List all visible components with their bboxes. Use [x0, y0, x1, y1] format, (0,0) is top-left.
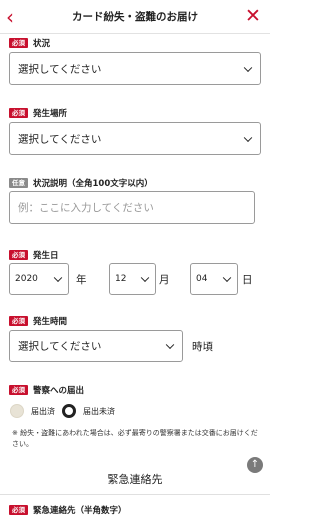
time-label-text: 発生時間 [33, 317, 68, 327]
chevron-down-icon [243, 63, 253, 72]
day-select-value: 04 [196, 274, 208, 284]
chevron-down-icon [53, 273, 63, 283]
police-label: 必須 警察への届出 [9, 384, 84, 396]
radio-reported-label: 届出済 [31, 406, 55, 416]
location-label-text: 発生場所 [33, 109, 68, 119]
time-label: 必須 発生時間 [9, 315, 67, 327]
divider [0, 494, 270, 495]
required-badge: 必須 [9, 38, 28, 48]
day-select[interactable]: 04 [190, 263, 238, 295]
time-unit: 時頃 [192, 341, 213, 353]
close-icon[interactable]: ✕ [244, 5, 262, 27]
optional-badge: 任意 [9, 178, 28, 188]
arrow-up-icon[interactable]: ↑ [247, 457, 263, 473]
status-select-value: 選択してください [18, 63, 102, 75]
app-header: ‹ カード紛失・盗難のお届け ✕ [0, 0, 270, 34]
radio-not-reported[interactable]: 届出未済 [62, 404, 115, 418]
location-label: 必須 発生場所 [9, 107, 67, 119]
chevron-down-icon [222, 273, 232, 283]
chevron-left-icon[interactable]: ‹ [6, 6, 24, 28]
time-select-value: 選択してください [18, 340, 102, 353]
chevron-down-icon [243, 133, 253, 142]
year-select[interactable]: 2020 [9, 263, 69, 295]
description-placeholder: 例：ここに入力してください [18, 202, 154, 214]
date-label-text: 発生日 [33, 251, 59, 261]
page-title: カード紛失・盗難のお届け [72, 11, 198, 23]
date-label: 必須 発生日 [9, 249, 59, 261]
radio-not-reported-label: 届出未済 [83, 406, 115, 416]
year-unit: 年 [76, 274, 87, 286]
month-select[interactable]: 12 [109, 263, 156, 295]
radio-circle-unselected[interactable] [10, 404, 24, 418]
required-badge: 必須 [9, 505, 28, 515]
form-content: 必須 状況 選択してください 必須 発生場所 選択してください 任意 状況説明（… [0, 34, 270, 523]
required-badge: 必須 [9, 385, 28, 395]
required-badge: 必須 [9, 108, 28, 118]
month-unit: 月 [159, 274, 170, 286]
location-select-value: 選択してください [18, 133, 102, 145]
emergency-label-text: 緊急連絡先（半角数字） [33, 506, 127, 516]
required-badge: 必須 [9, 316, 28, 326]
day-unit: 日 [242, 274, 253, 286]
chevron-down-icon [165, 340, 175, 350]
emergency-section-title: 緊急連絡先 [107, 473, 163, 486]
year-select-value: 2020 [15, 274, 38, 284]
required-badge: 必須 [9, 250, 28, 260]
chevron-down-icon [140, 273, 150, 283]
description-label: 任意 状況説明（全角100文字以内） [9, 177, 153, 189]
status-label-text: 状況 [33, 39, 51, 49]
radio-circle-selected[interactable] [62, 404, 76, 418]
description-label-text: 状況説明（全角100文字以内） [33, 179, 153, 189]
police-label-text: 警察への届出 [33, 386, 85, 396]
month-select-value: 12 [115, 274, 127, 284]
radio-reported[interactable]: 届出済 [10, 404, 55, 418]
emergency-label: 必須 緊急連絡先（半角数字） [9, 504, 127, 516]
time-select[interactable]: 選択してください [9, 330, 183, 362]
description-input[interactable]: 例：ここに入力してください [9, 191, 255, 224]
police-note: ※ 紛失・盗難にあわれた場合は、必ず最寄りの警察署または交番にお届けください。 [12, 429, 258, 448]
location-select[interactable]: 選択してください [9, 122, 261, 155]
status-select[interactable]: 選択してください [9, 52, 261, 85]
status-label: 必須 状況 [9, 37, 50, 49]
